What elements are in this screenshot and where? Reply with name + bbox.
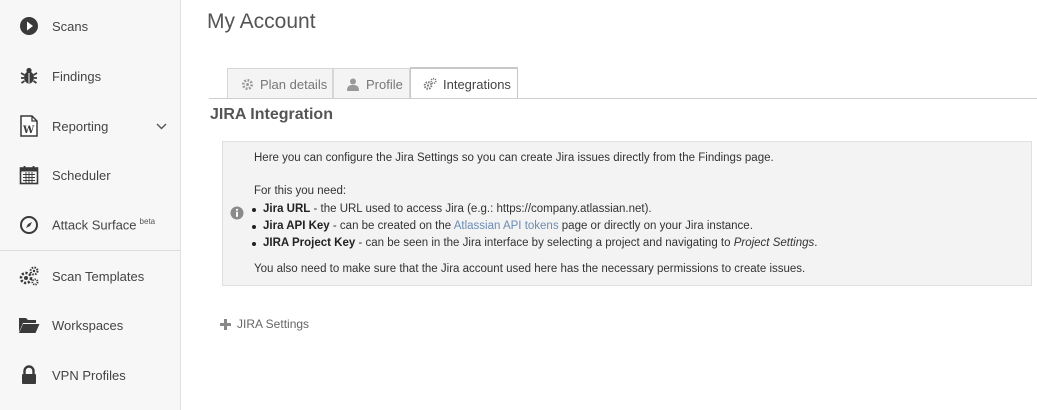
gears-icon <box>18 265 40 287</box>
info-icon <box>230 206 244 220</box>
jira-settings-toggle[interactable]: JIRA Settings <box>220 317 309 331</box>
section-title: JIRA Integration <box>210 106 333 123</box>
sidebar-item-attack-surface[interactable]: Attack Surface beta <box>0 205 180 245</box>
plus-icon <box>220 318 231 330</box>
compass-icon <box>18 214 40 236</box>
sidebar-item-label: Scans <box>52 18 89 34</box>
sidebar-item-reporting[interactable]: W Reporting <box>0 106 180 146</box>
sidebar-item-label: Attack Surface beta <box>52 217 156 233</box>
tab-profile[interactable]: Profile <box>333 68 410 99</box>
svg-text:W: W <box>22 125 35 136</box>
folder-open-icon <box>18 314 40 336</box>
user-icon <box>346 77 360 91</box>
list-item: Jira URL - the URL used to access Jira (… <box>252 203 652 215</box>
sidebar-item-label: Scheduler <box>52 167 111 183</box>
jira-settings-label: JIRA Settings <box>237 317 310 331</box>
tab-integrations[interactable]: Integrations <box>410 67 518 99</box>
sidebar-item-label: Scan Templates <box>52 268 145 284</box>
gear-icon <box>240 77 254 91</box>
info-box: Here you can configure the Jira Settings… <box>222 141 1032 286</box>
sidebar-item-scans[interactable]: Scans <box>0 6 180 46</box>
sidebar-item-scan-templates[interactable]: Scan Templates <box>0 256 180 296</box>
sidebar-item-workspaces[interactable]: Workspaces <box>0 305 180 345</box>
sidebar-item-scheduler[interactable]: Scheduler <box>0 155 180 195</box>
chevron-down-icon[interactable] <box>155 120 167 132</box>
sidebar-item-label: Workspaces <box>52 317 124 333</box>
info-intro: Here you can configure the Jira Settings… <box>254 152 774 164</box>
page-title: My Account <box>207 10 316 33</box>
info-need-label: For this you need: <box>254 185 347 197</box>
atlassian-api-tokens-link[interactable]: Atlassian API tokens <box>454 220 559 232</box>
tabs-divider <box>209 98 1037 99</box>
tab-label: Profile <box>366 76 403 92</box>
tab-plan-details[interactable]: Plan details <box>227 68 333 99</box>
play-circle-icon <box>18 15 40 37</box>
sidebar-item-findings[interactable]: Findings <box>0 56 180 96</box>
sidebar-item-label: VPN Profiles <box>52 367 126 383</box>
tab-label: Plan details <box>260 76 328 92</box>
sidebar-item-vpn-profiles[interactable]: VPN Profiles <box>0 355 180 395</box>
list-item: Jira API Key - can be created on the Atl… <box>252 220 753 232</box>
list-item: JIRA Project Key - can be seen in the Ji… <box>251 237 818 249</box>
sidebar-divider <box>0 250 180 251</box>
tab-label: Integrations <box>443 76 511 92</box>
sidebar-item-label: Reporting <box>52 118 109 134</box>
info-footer: You also need to make sure that the Jira… <box>254 263 806 275</box>
gears-icon <box>423 77 437 91</box>
beta-badge: beta <box>139 217 156 227</box>
bug-icon <box>18 65 40 87</box>
word-document-icon: W <box>18 115 40 137</box>
lock-icon <box>18 364 40 386</box>
calendar-icon <box>18 164 40 186</box>
sidebar-item-label: Findings <box>52 68 102 84</box>
sidebar: Scans Findings W Reporting Scheduler Att… <box>0 0 181 410</box>
